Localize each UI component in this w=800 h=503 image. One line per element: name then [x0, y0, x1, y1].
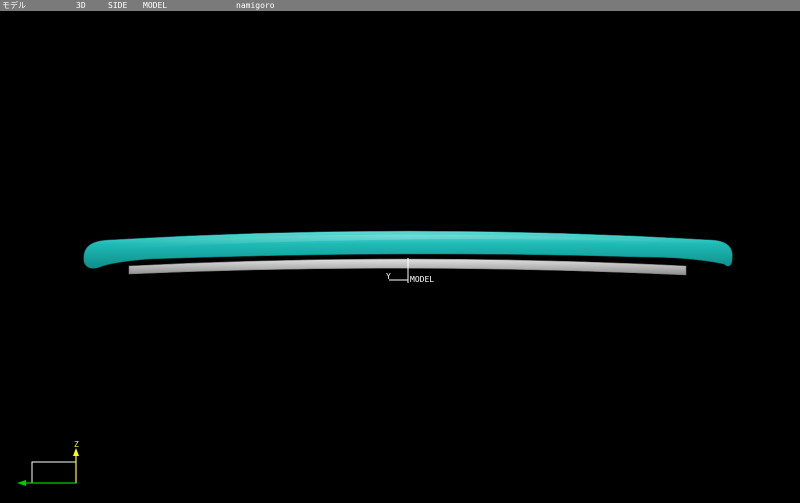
x-axis-arrow-icon [17, 480, 26, 486]
axis-triad: Z [17, 440, 79, 486]
cad-window: モデル 3D SIDE MODEL namigoro Y MODEL Z [0, 0, 800, 503]
viewport-scene: Y MODEL Z [17, 230, 733, 486]
filename-label: namigoro [236, 1, 275, 10]
origin-space-label: MODEL [410, 275, 434, 284]
z-axis-arrow-icon [73, 448, 79, 456]
dimension-label[interactable]: 3D [76, 0, 86, 11]
status-bar: モデル 3D SIDE MODEL namigoro [0, 0, 800, 11]
view-label[interactable]: SIDE [108, 0, 127, 11]
z-axis-label: Z [74, 440, 79, 449]
space-label[interactable]: MODEL [143, 0, 167, 11]
viewport-canvas[interactable]: Y MODEL Z [0, 11, 800, 503]
origin-axis-label: Y [386, 272, 391, 281]
triad-box [31, 461, 77, 484]
mode-label[interactable]: モデル [2, 0, 26, 11]
